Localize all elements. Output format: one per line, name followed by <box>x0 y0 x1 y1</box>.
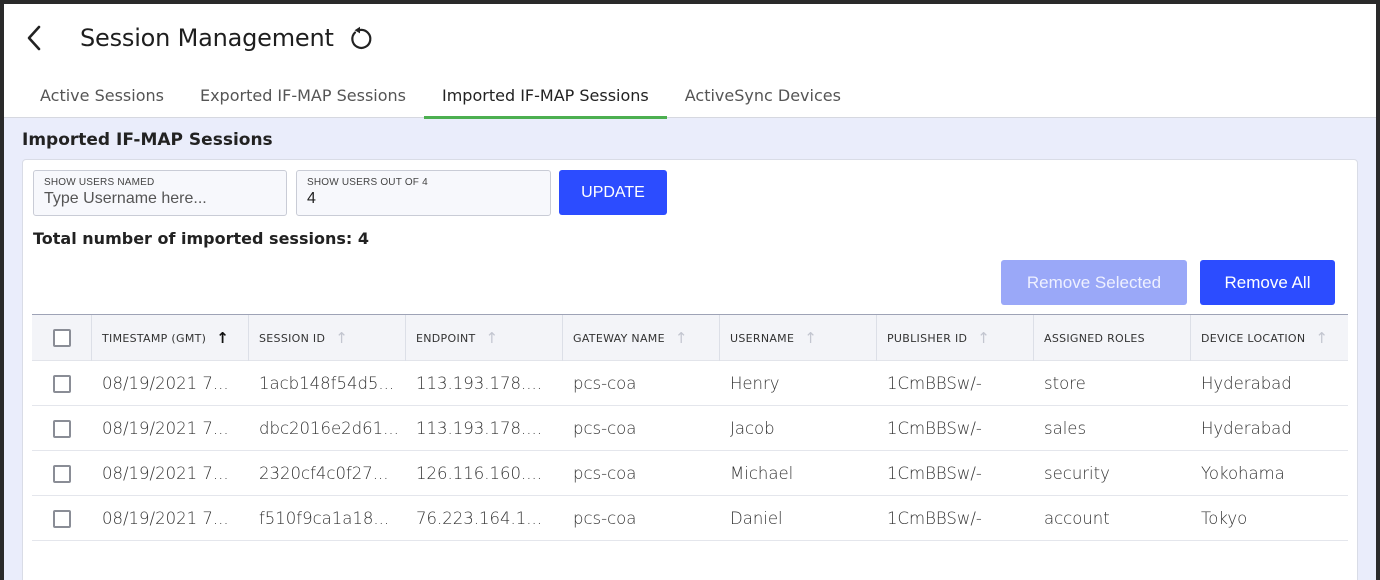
column-header-endpoint[interactable]: ENDPOINT ↑ <box>406 315 563 361</box>
sort-arrow-up-icon[interactable]: ↑ <box>335 329 348 347</box>
update-button[interactable]: UPDATE <box>559 170 667 215</box>
table-cell: 126.116.160.... <box>416 464 542 483</box>
table-cell: 1CmBBSw/- <box>887 374 982 393</box>
row-checkbox[interactable] <box>53 464 71 483</box>
table-cell: 76.223.164.1... <box>416 509 542 528</box>
sessions-panel: SHOW USERS NAMED SHOW USERS OUT OF 4 UPD… <box>22 159 1358 580</box>
tab-active-sessions[interactable]: Active Sessions <box>22 72 182 118</box>
back-button[interactable] <box>20 24 48 52</box>
column-header-label: TIMESTAMP (GMT) <box>102 331 207 345</box>
column-header-session-id[interactable]: SESSION ID ↑ <box>249 315 406 361</box>
table-cell: 113.193.178.... <box>416 374 542 393</box>
column-header-gateway-name[interactable]: GATEWAY NAME ↑ <box>563 315 720 361</box>
column-header-timestamp-gmt[interactable]: TIMESTAMP (GMT) ↑ <box>92 315 249 361</box>
row-checkbox[interactable] <box>53 419 71 438</box>
sort-arrow-up-icon[interactable]: ↑ <box>1315 329 1328 347</box>
user-count-input[interactable] <box>307 190 540 208</box>
sort-arrow-up-icon[interactable]: ↑ <box>216 329 229 347</box>
table-cell: Tokyo <box>1201 509 1248 528</box>
user-count-label: SHOW USERS OUT OF 4 <box>307 177 428 188</box>
column-header-publisher-id[interactable]: PUBLISHER ID ↑ <box>877 315 1034 361</box>
table-cell: sales <box>1044 419 1087 438</box>
table-row[interactable]: 08/19/2021 7... 1acb148f54d5... 113.193.17… <box>32 361 1348 406</box>
tab-activesync-devices[interactable]: ActiveSync Devices <box>667 72 859 118</box>
row-select-cell <box>32 451 92 496</box>
select-all-cell <box>32 315 92 361</box>
row-select-cell <box>32 361 92 406</box>
sort-arrow-up-icon[interactable]: ↑ <box>804 329 817 347</box>
select-all-checkbox[interactable] <box>52 329 71 347</box>
table-cell: Daniel <box>730 509 783 528</box>
table-cell: Henry <box>730 374 780 393</box>
table-cell: dbc2016e2d61... <box>259 419 399 438</box>
column-header-assigned-roles: ASSIGNED ROLES <box>1034 315 1191 361</box>
table-cell: store <box>1044 374 1086 393</box>
column-header-label: DEVICE LOCATION <box>1201 331 1306 345</box>
tab-imported-if-map-sessions[interactable]: Imported IF-MAP Sessions <box>424 72 667 119</box>
table-cell: 1CmBBSw/- <box>887 509 982 528</box>
remove-all-button[interactable]: Remove All <box>1200 260 1335 305</box>
row-checkbox[interactable] <box>53 374 71 393</box>
app-window: Session Management Active Sessions Export… <box>4 4 1376 580</box>
table-cell: 1acb148f54d5... <box>259 374 395 393</box>
table-row[interactable]: 08/19/2021 7... 2320cf4c0f27... 126.116.16… <box>32 451 1348 496</box>
username-filter-label: SHOW USERS NAMED <box>44 177 155 188</box>
username-filter-field[interactable]: SHOW USERS NAMED <box>33 170 287 216</box>
row-select-cell <box>32 496 92 541</box>
table-cell: security <box>1044 464 1110 483</box>
column-header-label: PUBLISHER ID <box>887 331 968 345</box>
refresh-button[interactable] <box>346 25 374 53</box>
table-cell: Jacob <box>730 419 775 438</box>
table-cell: pcs-coa <box>573 509 637 528</box>
table-row[interactable]: 08/19/2021 7... dbc2016e2d61... 113.193.17… <box>32 406 1348 451</box>
table-cell: Yokohama <box>1201 464 1285 483</box>
table-body: 08/19/2021 7... 1acb148f54d5... 113.193.17… <box>32 361 1348 541</box>
username-filter-input[interactable] <box>44 190 276 208</box>
sort-arrow-up-icon[interactable]: ↑ <box>977 329 990 347</box>
column-header-username[interactable]: USERNAME ↑ <box>720 315 877 361</box>
column-header-label: ASSIGNED ROLES <box>1044 331 1145 345</box>
chevron-left-icon <box>27 25 41 51</box>
table-header: TIMESTAMP (GMT) ↑ SESSION ID ↑ ENDPOINT ↑ GATE… <box>32 315 1348 361</box>
table-cell: 1CmBBSw/- <box>887 419 982 438</box>
table-cell: 08/19/2021 7... <box>102 464 229 483</box>
sort-arrow-up-icon[interactable]: ↑ <box>486 329 499 347</box>
table-cell: 08/19/2021 7... <box>102 419 229 438</box>
table-row[interactable]: 08/19/2021 7... f510f9ca1a18... 76.223.164… <box>32 496 1348 541</box>
table-cell: 113.193.178.... <box>416 419 542 438</box>
table-cell: 1CmBBSw/- <box>887 464 982 483</box>
sessions-table: TIMESTAMP (GMT) ↑ SESSION ID ↑ ENDPOINT ↑ GATE… <box>32 314 1348 580</box>
top-bar: Session Management Active Sessions Export… <box>4 4 1376 119</box>
column-header-label: GATEWAY NAME <box>573 331 665 345</box>
table-cell: 08/19/2021 7... <box>102 509 229 528</box>
table-cell: Hyderabad <box>1201 374 1292 393</box>
section-title: Imported IF-MAP Sessions <box>22 130 273 150</box>
remove-selected-button[interactable]: Remove Selected <box>1001 260 1187 305</box>
table-cell: f510f9ca1a18... <box>259 509 390 528</box>
page-title: Session Management <box>80 24 334 52</box>
total-sessions-text: Total number of imported sessions: 4 <box>33 229 369 248</box>
user-count-field[interactable]: SHOW USERS OUT OF 4 <box>296 170 551 216</box>
row-select-cell <box>32 406 92 451</box>
refresh-icon <box>351 26 372 49</box>
tab-bar: Active Sessions Exported IF-MAP Sessions I… <box>22 72 859 119</box>
sort-arrow-up-icon[interactable]: ↑ <box>675 329 688 347</box>
column-header-label: ENDPOINT <box>416 331 476 345</box>
table-cell: 2320cf4c0f27... <box>259 464 389 483</box>
table-cell: 08/19/2021 7... <box>102 374 229 393</box>
row-checkbox[interactable] <box>53 509 71 528</box>
table-cell: account <box>1044 509 1110 528</box>
table-cell: pcs-coa <box>573 374 637 393</box>
table-cell: pcs-coa <box>573 464 637 483</box>
column-header-label: SESSION ID <box>259 331 326 345</box>
table-cell: pcs-coa <box>573 419 637 438</box>
table-cell: Michael <box>730 464 794 483</box>
table-cell: Hyderabad <box>1201 419 1292 438</box>
column-header-device-location[interactable]: DEVICE LOCATION ↑ <box>1191 315 1348 361</box>
tab-exported-if-map-sessions[interactable]: Exported IF-MAP Sessions <box>182 72 424 118</box>
column-header-label: USERNAME <box>730 331 795 345</box>
